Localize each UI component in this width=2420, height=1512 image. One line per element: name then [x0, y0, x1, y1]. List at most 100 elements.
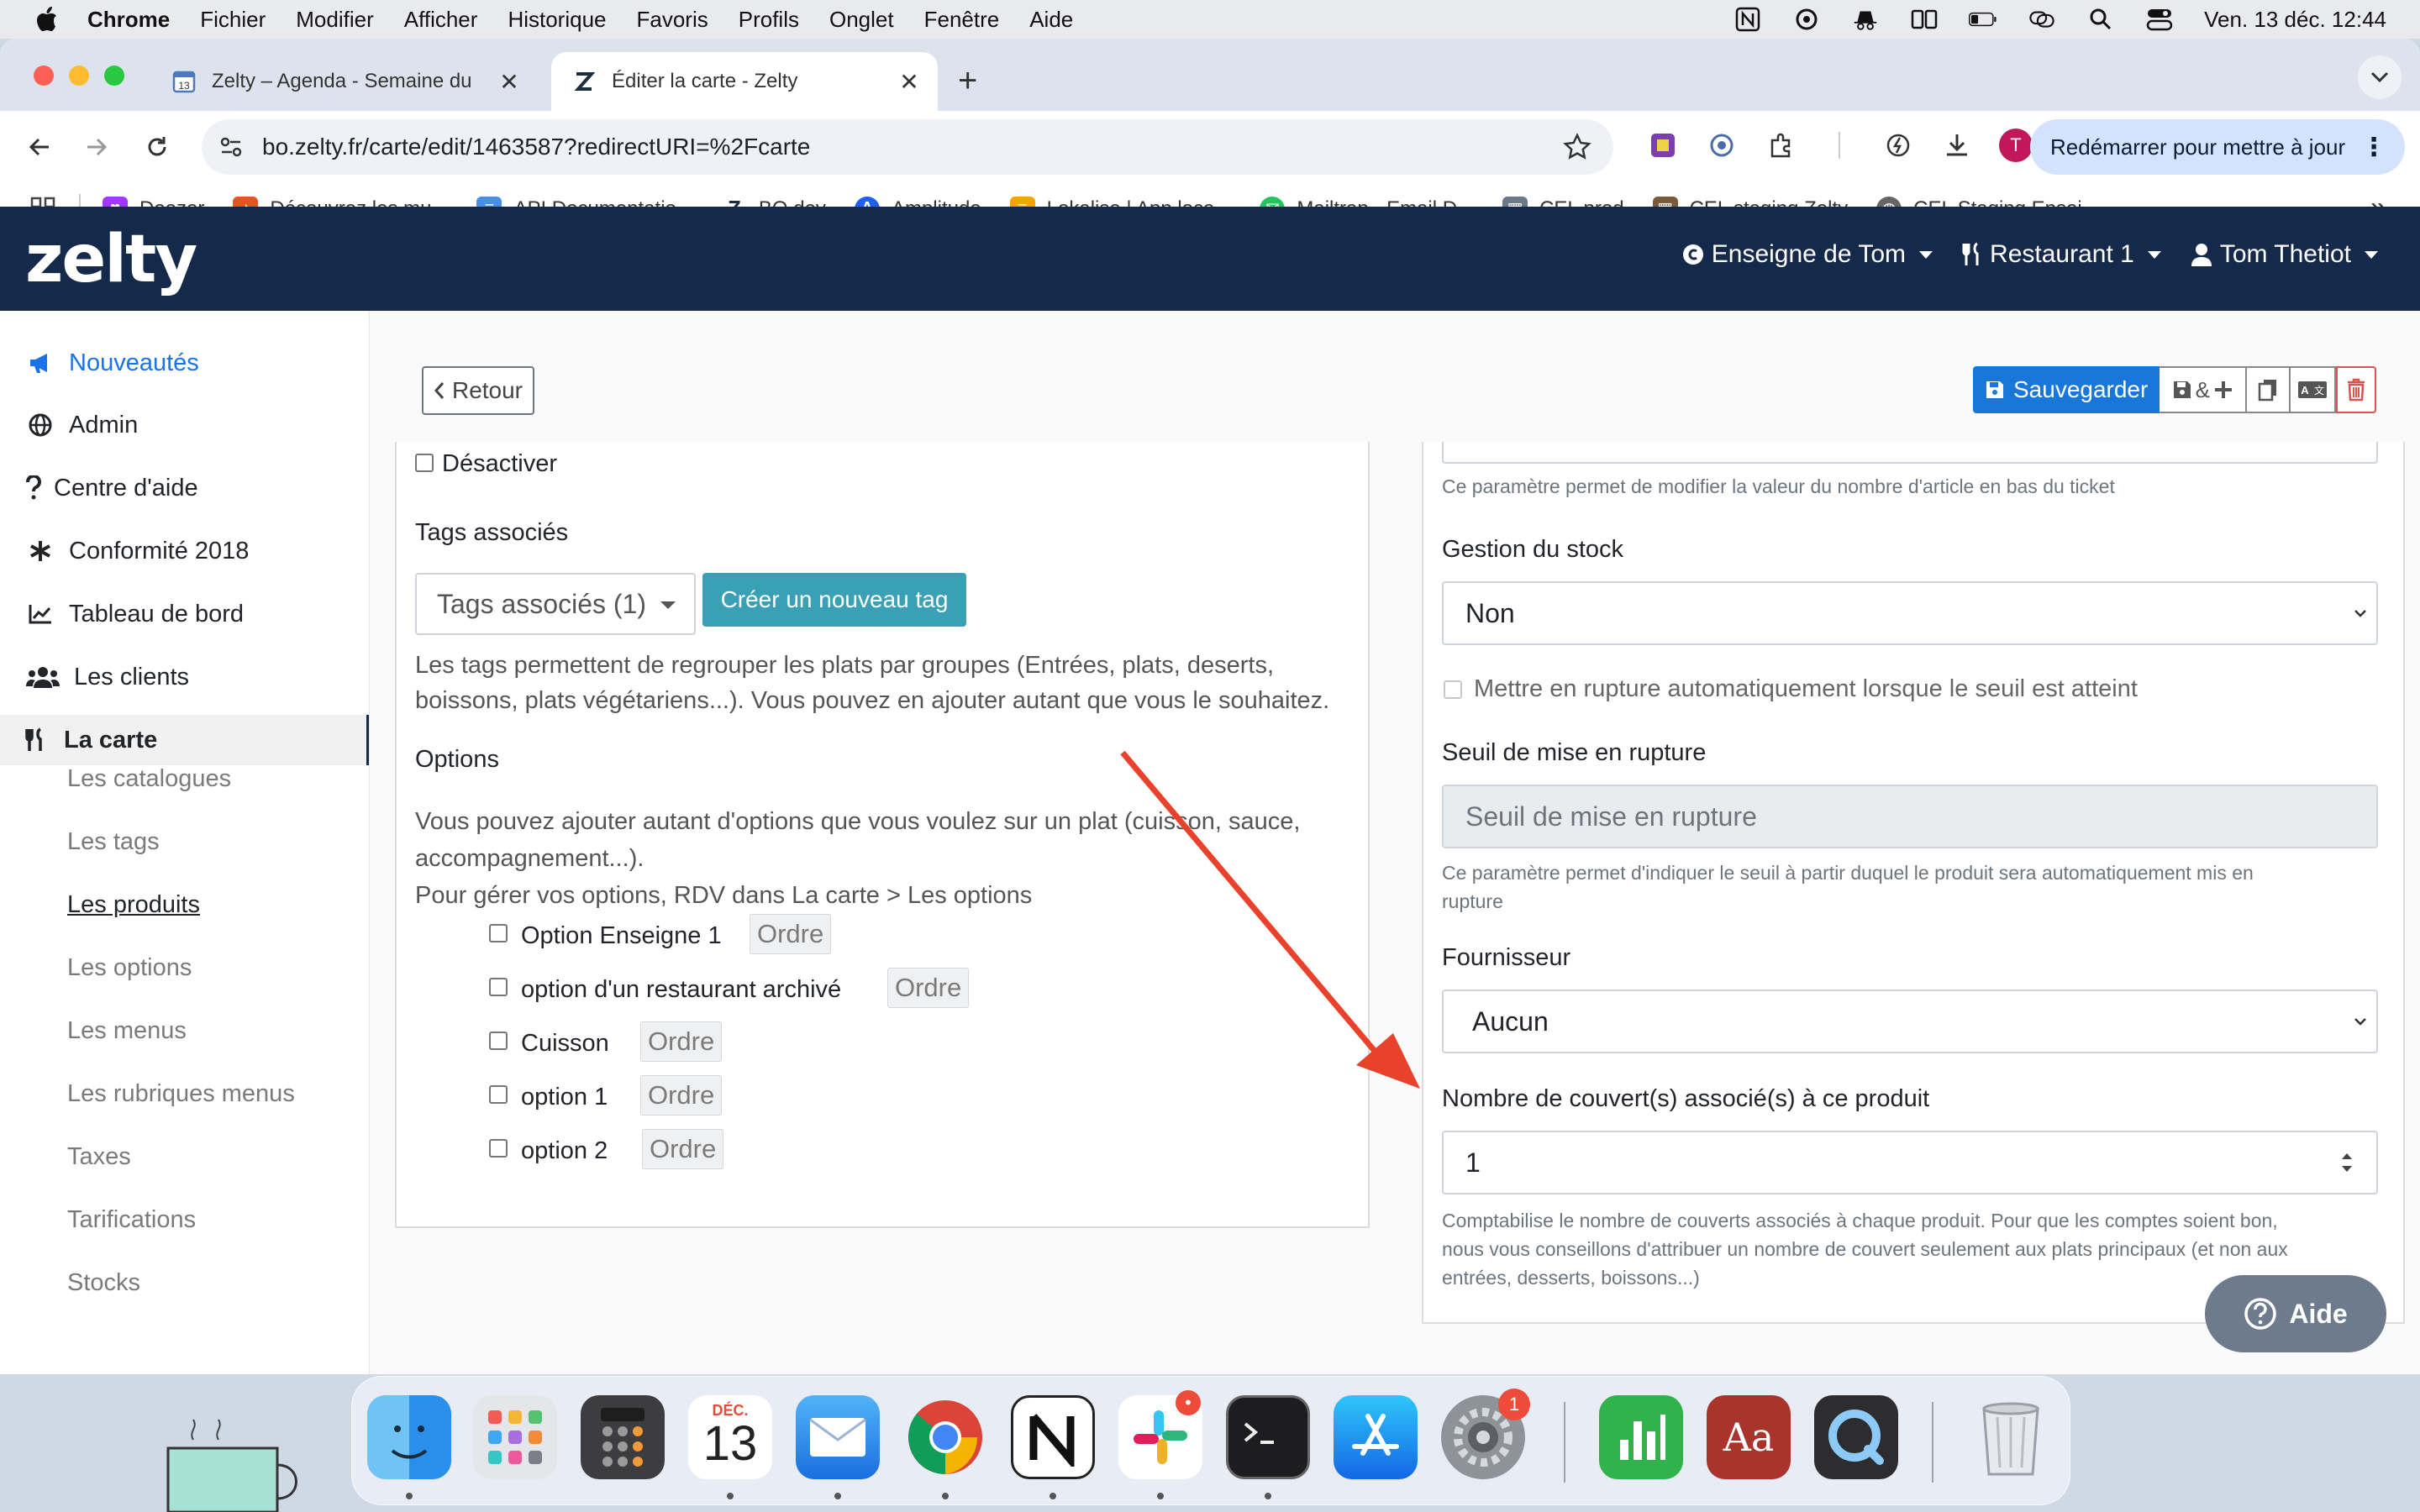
option-order-input[interactable]: Ordre	[642, 1129, 724, 1169]
slack-icon[interactable]: •	[1118, 1390, 1202, 1479]
url-text[interactable]: bo.zelty.fr/carte/edit/1463587?redirectU…	[262, 134, 1563, 160]
sidebar-sub-menus[interactable]: Les menus	[67, 1017, 187, 1045]
trash-icon[interactable]	[1969, 1395, 2053, 1479]
menu-fenetre[interactable]: Fenêtre	[924, 7, 1000, 33]
sidebar-sub-taxes[interactable]: Taxes	[67, 1143, 131, 1171]
stock-select[interactable]: Non	[1442, 581, 2378, 645]
back-button[interactable]: Retour	[422, 366, 534, 415]
delete-button[interactable]	[2336, 366, 2377, 413]
apple-logo-icon[interactable]	[34, 5, 59, 34]
ticket-count-input[interactable]	[1442, 442, 2378, 464]
menu-aide[interactable]: Aide	[1029, 7, 1073, 33]
option-order-input[interactable]: Ordre	[640, 1021, 723, 1062]
sidebar-sub-tarifications[interactable]: Tarifications	[67, 1206, 196, 1234]
zoom-window-button[interactable]	[104, 66, 124, 86]
restart-update-button[interactable]: Redémarrer pour mettre à jour ⋮	[2030, 119, 2405, 175]
numbers-icon[interactable]	[1599, 1395, 1683, 1479]
menu-app-name[interactable]: Chrome	[87, 7, 170, 33]
address-bar[interactable]: bo.zelty.fr/carte/edit/1463587?redirectU…	[202, 119, 1613, 175]
sidebar-sub-stocks[interactable]: Stocks	[67, 1269, 140, 1297]
site-info-icon[interactable]	[218, 134, 244, 160]
restaurant-dropdown[interactable]: Restaurant 1	[1961, 240, 2161, 269]
translate-button[interactable]: A文	[2291, 366, 2337, 413]
user-dropdown[interactable]: Tom Thetiot	[2190, 240, 2378, 269]
close-tab-icon[interactable]: ✕	[492, 68, 526, 96]
sidebar-sub-options[interactable]: Les options	[67, 954, 192, 982]
control-center-icon[interactable]	[2145, 7, 2174, 32]
calculator-icon[interactable]	[581, 1395, 665, 1479]
disable-checkbox[interactable]	[415, 454, 434, 472]
screen-mirroring-icon[interactable]	[2028, 7, 2056, 32]
tab-edit-carte[interactable]: Éditer la carte - Zelty ✕	[551, 52, 938, 111]
notion-status-icon[interactable]	[1733, 7, 1762, 32]
menu-fichier[interactable]: Fichier	[200, 7, 266, 33]
quicktime-icon[interactable]	[1814, 1395, 1898, 1479]
sidebar-sub-produits[interactable]: Les produits	[67, 891, 200, 919]
forward-arrow-icon[interactable]	[77, 128, 116, 166]
extension-privacy-icon[interactable]	[1704, 128, 1739, 163]
spotlight-search-icon[interactable]	[2086, 7, 2115, 32]
vpn-status-icon[interactable]	[1792, 7, 1821, 32]
calendar-icon[interactable]: DÉC. 13	[688, 1395, 772, 1479]
chrome-icon[interactable]	[903, 1395, 987, 1479]
battery-icon[interactable]	[1969, 7, 1997, 32]
sidebar-item-admin[interactable]: Admin	[0, 400, 369, 450]
profile-avatar[interactable]: T	[1998, 128, 2033, 163]
sidebar-item-conformite[interactable]: Conformité 2018	[0, 526, 369, 576]
keyboard-layout-icon[interactable]	[1910, 7, 1939, 32]
app-store-icon[interactable]	[1334, 1395, 1418, 1479]
extension-purple-icon[interactable]	[1645, 128, 1681, 163]
tags-select[interactable]: Tags associés (1)	[415, 573, 696, 635]
menu-afficher[interactable]: Afficher	[404, 7, 478, 33]
duplicate-button[interactable]	[2247, 366, 2291, 413]
option-checkbox[interactable]	[489, 1139, 508, 1158]
threshold-input[interactable]: Seuil de mise en rupture	[1442, 785, 2378, 848]
brand-dropdown[interactable]: Enseigne de Tom	[1681, 240, 1933, 269]
extensions-puzzle-icon[interactable]	[1763, 128, 1798, 163]
option-checkbox[interactable]	[489, 978, 508, 996]
dictionary-icon[interactable]: Aa	[1707, 1395, 1791, 1479]
create-tag-button[interactable]: Créer un nouveau tag	[702, 573, 966, 627]
notion-icon[interactable]	[1011, 1395, 1095, 1479]
mail-icon[interactable]	[796, 1395, 880, 1479]
sidebar-item-clients[interactable]: Les clients	[0, 652, 369, 702]
option-checkbox[interactable]	[489, 1032, 508, 1050]
sidebar-sub-rubriques-menus[interactable]: Les rubriques menus	[67, 1080, 295, 1108]
close-window-button[interactable]	[34, 66, 54, 86]
menu-historique[interactable]: Historique	[508, 7, 606, 33]
sidebar-item-la-carte[interactable]: La carte	[0, 715, 369, 765]
tab-agenda[interactable]: 13 Zelty – Agenda - Semaine du ✕	[151, 52, 538, 111]
chrome-menu-icon[interactable]: ⋮	[2361, 133, 2386, 162]
close-tab-icon[interactable]: ✕	[892, 68, 926, 96]
reload-icon[interactable]	[138, 128, 176, 166]
save-and-new-button[interactable]: &	[2160, 366, 2248, 413]
finder-icon[interactable]	[367, 1395, 451, 1479]
supplier-select[interactable]: Aucun	[1442, 990, 2378, 1053]
menubar-clock[interactable]: Ven. 13 déc. 12:44	[2204, 7, 2386, 33]
menu-favoris[interactable]: Favoris	[637, 7, 708, 33]
performance-icon[interactable]	[1881, 128, 1916, 163]
incognito-icon[interactable]	[1851, 7, 1880, 32]
terminal-icon[interactable]	[1226, 1395, 1310, 1479]
covers-number-input[interactable]: 1	[1442, 1131, 2378, 1194]
sidebar-item-tableau-de-bord[interactable]: Tableau de bord	[0, 589, 369, 639]
help-button[interactable]: Aide	[2205, 1275, 2386, 1352]
sidebar-item-nouveautes[interactable]: Nouveautés	[0, 338, 369, 388]
bookmark-star-icon[interactable]	[1563, 133, 1591, 161]
launchpad-icon[interactable]	[473, 1395, 557, 1479]
menu-modifier[interactable]: Modifier	[296, 7, 373, 33]
sidebar-sub-tags[interactable]: Les tags	[67, 828, 160, 856]
option-order-input[interactable]: Ordre	[750, 914, 832, 954]
menu-profils[interactable]: Profils	[739, 7, 799, 33]
system-settings-icon[interactable]: 1	[1441, 1389, 1530, 1479]
zelty-logo[interactable]: zelty	[25, 222, 197, 297]
minimize-window-button[interactable]	[69, 66, 89, 86]
option-order-input[interactable]: Ordre	[640, 1075, 723, 1116]
menu-onglet[interactable]: Onglet	[829, 7, 894, 33]
sidebar-sub-catalogues[interactable]: Les catalogues	[67, 765, 231, 793]
tab-search-icon[interactable]	[2358, 55, 2402, 99]
back-arrow-icon[interactable]	[20, 128, 59, 166]
sidebar-item-centre-aide[interactable]: Centre d'aide	[0, 463, 369, 513]
option-checkbox[interactable]	[489, 924, 508, 942]
option-order-input[interactable]: Ordre	[887, 968, 970, 1008]
